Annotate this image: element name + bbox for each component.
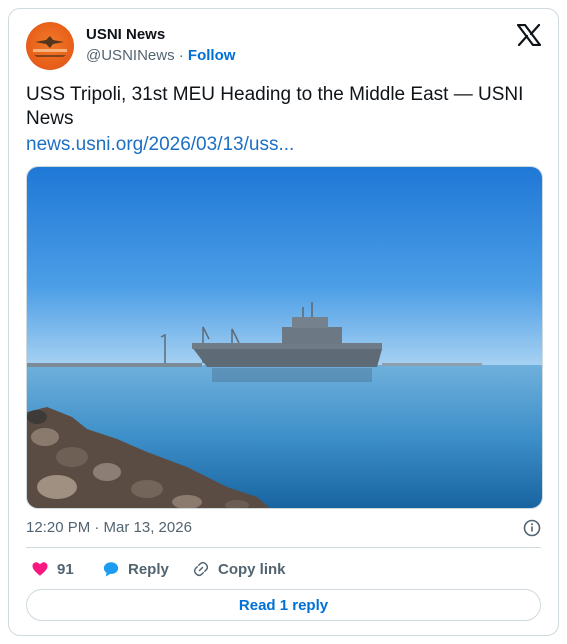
author-handle-line: @USNINews · Follow [86,47,235,64]
ship-photo [27,167,542,508]
separator: · [178,47,184,64]
reply-bubble-icon [103,562,119,577]
author-handle[interactable]: @USNINews [86,47,175,64]
tweet-header: USNI News @USNINews · Follow [26,20,541,70]
like-button[interactable]: 91 [31,557,74,581]
divider [26,547,541,548]
avatar[interactable] [26,22,74,70]
post-link[interactable]: news.usni.org/2026/03/13/uss... [26,133,294,157]
like-count: 91 [57,560,74,578]
follow-button[interactable]: Follow [188,47,236,64]
info-icon[interactable] [523,519,541,537]
heart-icon [32,562,48,576]
reply-button[interactable]: Reply [102,557,169,581]
author-name[interactable]: USNI News [86,26,165,43]
post-timestamp[interactable]: 12:20 PM · Mar 13, 2026 [26,519,192,536]
link-icon [193,561,209,577]
copy-link-label: Copy link [218,560,286,578]
x-logo-icon[interactable] [517,24,541,46]
post-title[interactable]: USS Tripoli, 31st MEU Heading to the Mid… [26,83,543,131]
action-bar: 91 Reply Copy link [26,557,541,581]
read-replies-button[interactable]: Read 1 reply [26,589,541,621]
copy-link-button[interactable]: Copy link [192,557,286,581]
post-image[interactable] [26,166,543,509]
reply-label: Reply [128,560,169,578]
tweet-card: USNI News @USNINews · Follow USS Tripoli… [8,8,559,636]
